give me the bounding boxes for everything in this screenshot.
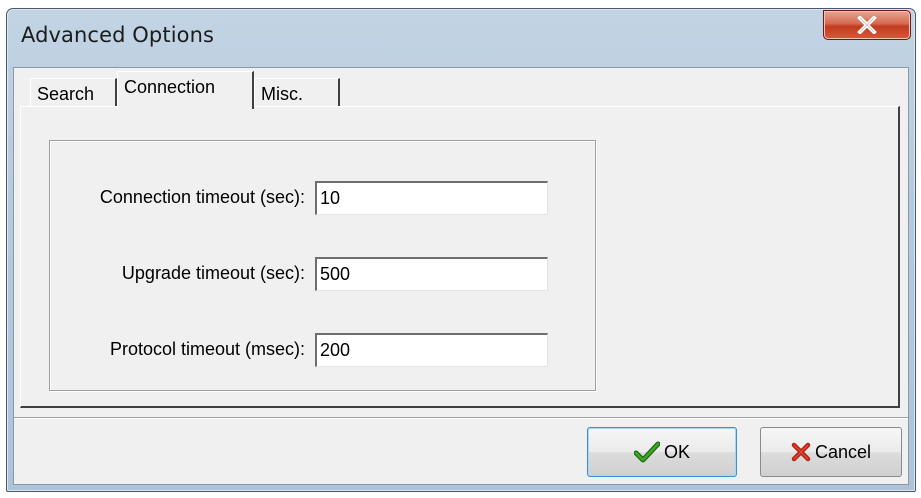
cancel-button-label: Cancel — [814, 441, 872, 462]
ok-button-label: OK — [663, 441, 690, 462]
protocol-timeout-label: Protocol timeout (msec): — [109, 339, 305, 359]
ok-button[interactable]: OK — [587, 427, 737, 477]
upgrade-timeout-label: Upgrade timeout (sec): — [121, 263, 305, 283]
x-mark-icon — [791, 442, 811, 462]
protocol-timeout-row: Protocol timeout (msec): — [50, 333, 595, 367]
close-button[interactable] — [823, 10, 911, 40]
button-bar-separator — [14, 417, 908, 419]
close-icon — [856, 16, 878, 34]
dialog-body: Search Connection Misc. Connection timeo… — [13, 67, 909, 485]
title-bar: Advanced Options — [7, 9, 915, 69]
protocol-timeout-input[interactable] — [315, 333, 548, 367]
tab-connection[interactable]: Connection — [117, 71, 254, 109]
advanced-options-dialog: Advanced Options Search Connection Misc.… — [6, 8, 916, 492]
timeout-settings-group: Connection timeout (sec): Upgrade timeou… — [49, 140, 596, 391]
upgrade-timeout-row: Upgrade timeout (sec): — [50, 257, 595, 291]
cancel-button[interactable]: Cancel — [760, 427, 902, 477]
connection-timeout-row: Connection timeout (sec): — [50, 181, 595, 215]
connection-timeout-input[interactable] — [315, 181, 548, 215]
tab-search[interactable]: Search — [30, 78, 117, 108]
window-title: Advanced Options — [21, 23, 215, 47]
tab-misc[interactable]: Misc. — [254, 78, 340, 108]
connection-timeout-label: Connection timeout (sec): — [99, 187, 305, 207]
checkmark-icon — [633, 441, 660, 463]
upgrade-timeout-input[interactable] — [315, 257, 548, 291]
